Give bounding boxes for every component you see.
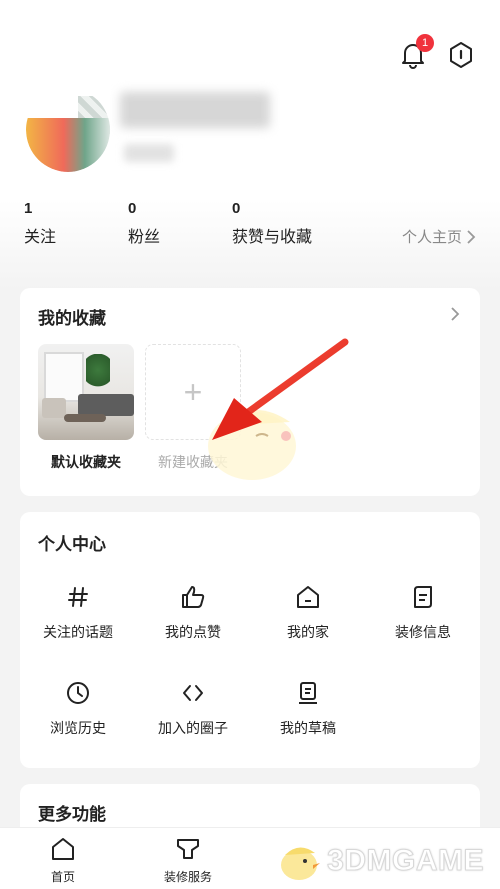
- my-likes-label: 我的点赞: [165, 625, 221, 641]
- thumbs-up-icon: [182, 586, 205, 608]
- chick-mascot-icon: [281, 847, 321, 880]
- tab-home[interactable]: 首页: [44, 836, 82, 885]
- notification-badge: 1: [416, 34, 434, 52]
- homepage-link-label: 个人主页: [401, 228, 462, 246]
- homepage-link[interactable]: 个人主页: [402, 226, 476, 247]
- clock-icon: [67, 682, 89, 704]
- settings-button[interactable]: [446, 40, 476, 70]
- my-drafts-label: 我的草稿: [280, 721, 336, 737]
- renovation-info-label: 装修信息: [395, 625, 451, 641]
- mascot-chick-icon: [208, 409, 296, 480]
- tab-renovation-service-label: 装修服务: [163, 870, 212, 884]
- stat-followers-label: 粉丝: [128, 227, 161, 246]
- tab-renovation-service[interactable]: 装修服务: [158, 836, 218, 885]
- favorites-title: 我的收藏: [38, 309, 106, 329]
- user-subtitle-blurred: [124, 144, 174, 162]
- home-icon: [297, 586, 319, 608]
- personal-center-title: 个人中心: [38, 535, 106, 555]
- my-home-label: 我的家: [287, 625, 329, 641]
- stat-following-label: 关注: [24, 227, 57, 246]
- stat-likes-label: 获赞与收藏: [232, 227, 313, 246]
- profile-block[interactable]: [26, 88, 110, 172]
- notification-button[interactable]: 1: [398, 34, 434, 70]
- followed-topics-item[interactable]: 关注的话题: [20, 582, 136, 642]
- home-icon: [52, 838, 74, 860]
- header-actions: 1: [398, 34, 476, 70]
- joined-circles-label: 加入的圈子: [158, 721, 228, 737]
- followed-topics-label: 关注的话题: [43, 625, 113, 641]
- watermark-text: 3DMGAME: [327, 844, 484, 878]
- renovation-info-item[interactable]: 装修信息: [365, 582, 481, 642]
- personal-center-card: 个人中心 关注的话题 我的点赞 我的家 装修信息 浏览历史 加入的圈子 我的草稿: [20, 512, 480, 768]
- watermark-logo: 3DMGAME: [275, 839, 484, 883]
- tab-home-label: 首页: [50, 870, 75, 884]
- stats-row: 1 关注 0 粉丝 0 获赞与收藏 个人主页: [24, 200, 476, 250]
- hashtag-icon: [68, 587, 88, 607]
- hexagon-settings-icon: [450, 42, 472, 68]
- browse-history-label: 浏览历史: [50, 721, 106, 737]
- default-folder-label: 默认收藏夹: [51, 455, 121, 471]
- avatar[interactable]: [26, 88, 110, 172]
- my-likes-item[interactable]: 我的点赞: [135, 582, 251, 642]
- my-home-item[interactable]: 我的家: [250, 582, 366, 642]
- draft-icon: [299, 682, 317, 704]
- default-folder[interactable]: 默认收藏夹: [38, 344, 134, 472]
- browse-history-item[interactable]: 浏览历史: [20, 678, 136, 738]
- username-blurred: [120, 92, 270, 128]
- code-icon: [183, 685, 203, 701]
- stat-likes-count: 0: [232, 200, 241, 217]
- service-icon: [177, 839, 199, 859]
- stat-followers-count: 0: [128, 200, 137, 217]
- stat-following[interactable]: 1 关注: [24, 200, 56, 247]
- my-drafts-item[interactable]: 我的草稿: [250, 678, 366, 738]
- stat-followers[interactable]: 0 粉丝: [128, 200, 160, 247]
- joined-circles-item[interactable]: 加入的圈子: [135, 678, 251, 738]
- default-folder-thumbnail: [38, 344, 134, 440]
- more-functions-title: 更多功能: [38, 805, 106, 825]
- document-icon: [414, 586, 432, 608]
- favorites-more-icon[interactable]: [450, 306, 460, 322]
- chevron-right-icon: [467, 229, 476, 244]
- stat-likes[interactable]: 0 获赞与收藏: [232, 200, 312, 247]
- stat-following-count: 1: [24, 200, 33, 217]
